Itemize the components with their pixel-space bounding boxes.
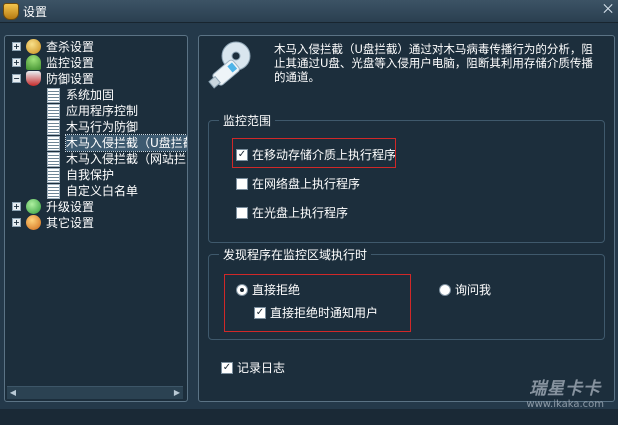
tree-item-label: 防御设置 xyxy=(46,72,95,86)
page-icon xyxy=(47,136,60,151)
tree-item-label: 木马行为防御 xyxy=(66,120,139,134)
page-icon xyxy=(47,104,60,119)
shield-icon xyxy=(26,71,41,86)
settings-tree: + 查杀设置 + 监控设置 − 防御设置 系统加固 应用程序控制 木马行为防御 … xyxy=(4,35,188,402)
shield-app-icon xyxy=(3,3,19,20)
close-button[interactable]: ⨉ xyxy=(601,2,615,16)
tree-item-label: 系统加固 xyxy=(66,88,115,102)
title-bar: 设置 ⨉ xyxy=(0,0,618,23)
radio-unselected[interactable] xyxy=(439,284,451,296)
collapse-icon[interactable]: − xyxy=(12,74,21,83)
tree-item-app-control[interactable]: 应用程序控制 xyxy=(5,103,185,119)
expand-icon[interactable]: + xyxy=(12,218,21,227)
window-title: 设置 xyxy=(23,5,48,19)
status-bar xyxy=(0,409,618,425)
tree-item-label: 应用程序控制 xyxy=(66,104,139,118)
watermark-name: 瑞星卡卡 xyxy=(529,379,602,399)
scan-icon xyxy=(26,39,41,54)
option-label: 在网络盘上执行程序 xyxy=(252,177,361,191)
expand-icon[interactable]: + xyxy=(12,202,21,211)
tree-item-whitelist[interactable]: 自定义白名单 xyxy=(5,183,185,199)
tree-item-usb-interception[interactable]: 木马入侵拦截（U盘拦截 xyxy=(5,134,187,152)
tree-item-label: 监控设置 xyxy=(46,56,95,70)
tree-item-monitor-settings[interactable]: + 监控设置 xyxy=(5,55,185,71)
checkmark-icon[interactable]: ✓ xyxy=(221,362,233,374)
tree-item-scan-settings[interactable]: + 查杀设置 xyxy=(5,39,185,55)
highlight-box xyxy=(232,138,396,168)
horizontal-scrollbar[interactable]: ◀ ▶ xyxy=(7,386,183,399)
settings-content-panel: 木马入侵拦截（U盘拦截）通过对木马病毒传播行为的分析，阻止其通过U盘、光盘等入侵… xyxy=(198,35,615,402)
tree-item-self-protection[interactable]: 自我保护 xyxy=(5,167,185,183)
checkbox-box[interactable] xyxy=(236,207,248,219)
update-icon xyxy=(26,199,41,214)
scroll-left-icon[interactable]: ◀ xyxy=(8,388,18,398)
page-icon xyxy=(47,152,60,167)
option-label: 询问我 xyxy=(455,283,492,297)
feature-description: 木马入侵拦截（U盘拦截）通过对木马病毒传播行为的分析，阻止其通过U盘、光盘等入侵… xyxy=(274,42,593,84)
tree-item-label: 自我保护 xyxy=(66,168,115,182)
option-label: 在光盘上执行程序 xyxy=(252,206,349,220)
tree-item-web-interception[interactable]: 木马入侵拦截（网站拦 xyxy=(5,151,187,167)
watermark: 瑞星卡卡 www.ikaka.com xyxy=(526,374,604,410)
expand-icon[interactable]: + xyxy=(12,42,21,51)
tree-item-label: 木马入侵拦截（网站拦 xyxy=(66,152,187,166)
expand-icon[interactable]: + xyxy=(12,58,21,67)
page-icon xyxy=(47,184,60,199)
group-title: 监控范围 xyxy=(219,112,276,129)
tree-item-update-settings[interactable]: + 升级设置 xyxy=(5,199,185,215)
umbrella-icon xyxy=(26,55,41,70)
page-icon xyxy=(47,168,60,183)
checkbox-box[interactable] xyxy=(236,178,248,190)
scroll-right-icon[interactable]: ▶ xyxy=(172,388,182,398)
highlight-box xyxy=(224,274,411,332)
tree-item-label: 自定义白名单 xyxy=(66,184,139,198)
tree-item-label: 木马入侵拦截（U盘拦截 xyxy=(65,134,187,152)
tree-item-other-settings[interactable]: + 其它设置 xyxy=(5,215,185,231)
tree-item-trojan-behavior[interactable]: 木马行为防御 xyxy=(5,119,185,135)
option-label: 记录日志 xyxy=(237,361,286,375)
page-icon xyxy=(47,88,60,103)
group-title: 发现程序在监控区域执行时 xyxy=(219,246,372,263)
tree-item-system-hardening[interactable]: 系统加固 xyxy=(5,87,185,103)
gear-icon xyxy=(26,215,41,230)
tree-item-label: 升级设置 xyxy=(46,200,95,214)
tree-item-label: 查杀设置 xyxy=(46,40,95,54)
page-icon xyxy=(47,120,60,135)
usb-drive-icon xyxy=(208,41,251,89)
tree-item-defense-settings[interactable]: − 防御设置 xyxy=(5,71,185,87)
tree-item-label: 其它设置 xyxy=(46,216,95,230)
